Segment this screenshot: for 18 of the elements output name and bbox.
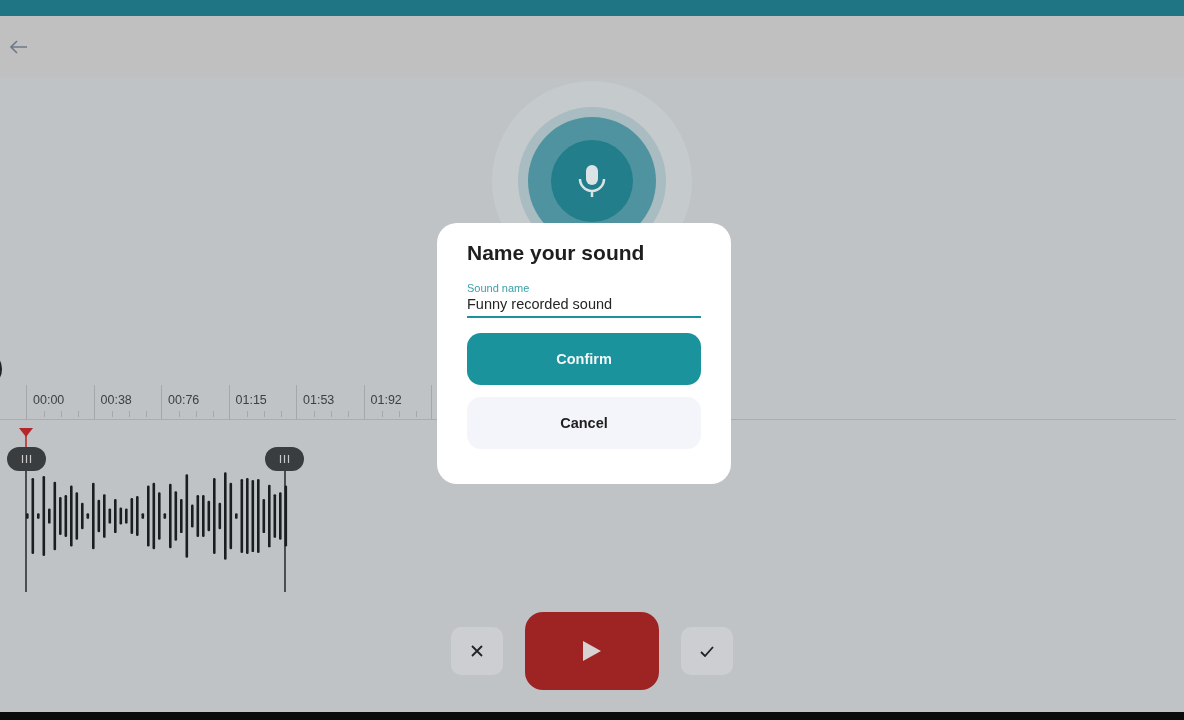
trim-handle[interactable] <box>265 447 304 471</box>
play-button[interactable] <box>525 612 659 690</box>
time-label: 00:76 <box>168 393 200 407</box>
time-label: 00:00 <box>33 393 65 407</box>
playhead-marker[interactable] <box>19 428 33 449</box>
time-label: 01:92 <box>370 393 402 407</box>
cancel-button[interactable]: Cancel <box>467 397 701 449</box>
time-label: 01:15 <box>235 393 267 407</box>
close-icon <box>471 645 483 657</box>
dialog-title: Name your sound <box>467 241 646 265</box>
sound-name-field[interactable]: Funny recorded sound <box>467 296 701 318</box>
checkmark-icon <box>700 645 714 657</box>
close-button[interactable] <box>451 627 503 675</box>
time-label: 01:53 <box>303 393 335 407</box>
play-icon <box>582 640 602 662</box>
trim-handle[interactable] <box>7 447 46 471</box>
time-label: 00:38 <box>100 393 132 407</box>
field-label: Sound name <box>467 282 531 294</box>
